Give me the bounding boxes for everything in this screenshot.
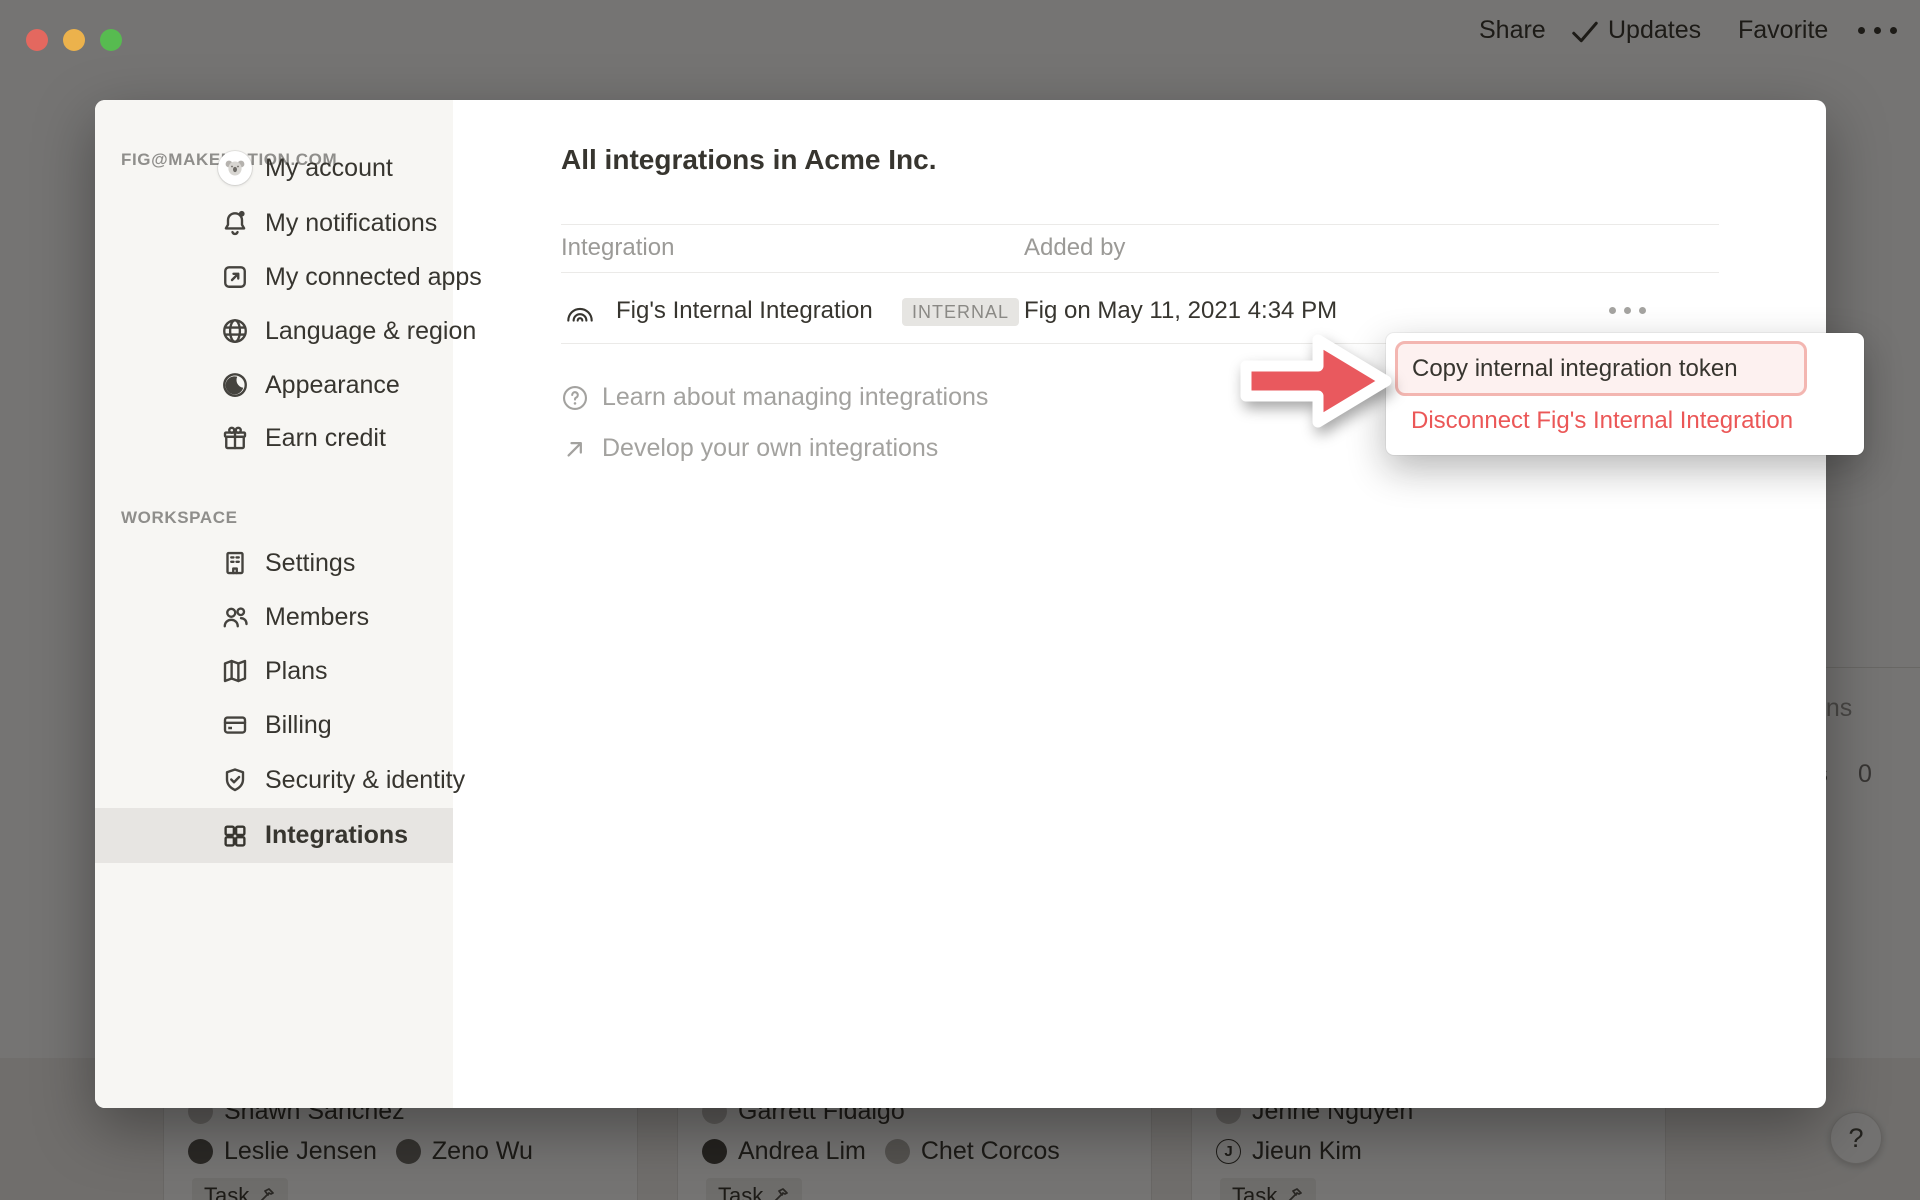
sidebar-item-billing[interactable]: Billing bbox=[95, 700, 453, 750]
sidebar-item-earn-credit[interactable]: Earn credit bbox=[95, 413, 453, 463]
disconnect-menu-item[interactable]: Disconnect Fig's Internal Integration bbox=[1411, 407, 1793, 435]
workspace-label: WORKSPACE bbox=[121, 508, 238, 528]
sidebar-item-integrations[interactable]: Integrations bbox=[95, 808, 453, 863]
sidebar-item-my-account[interactable]: My account bbox=[95, 143, 453, 193]
fig-arcs-icon bbox=[563, 294, 597, 328]
people-icon bbox=[218, 600, 252, 634]
divider bbox=[561, 224, 1719, 225]
column-header-integration: Integration bbox=[561, 234, 674, 262]
shield-check-icon bbox=[218, 763, 252, 797]
internal-badge: INTERNAL bbox=[902, 298, 1019, 326]
sidebar-item-my-connected-apps[interactable]: My connected apps bbox=[95, 252, 453, 302]
settings-sidebar: FIG@MAKENOTION.COM My account bbox=[95, 100, 453, 1108]
avatar-koala-icon bbox=[218, 151, 252, 185]
row-context-menu: Copy internal integration token Disconne… bbox=[1386, 333, 1864, 455]
globe-icon bbox=[218, 314, 252, 348]
sidebar-item-my-notifications[interactable]: My notifications bbox=[95, 198, 453, 248]
settings-dialog: FIG@MAKENOTION.COM My account bbox=[95, 100, 1826, 1108]
help-circle-icon bbox=[561, 384, 589, 412]
gift-icon bbox=[218, 421, 252, 455]
integration-name: Fig's Internal Integration bbox=[616, 297, 873, 325]
sidebar-item-security-identity[interactable]: Security & identity bbox=[95, 755, 453, 805]
develop-link[interactable]: Develop your own integrations bbox=[561, 434, 938, 463]
minimize-button[interactable] bbox=[63, 29, 85, 51]
bell-icon bbox=[218, 206, 252, 240]
row-menu-button[interactable] bbox=[1609, 307, 1646, 314]
table-row: Fig's Internal Integration INTERNAL Fig … bbox=[561, 286, 1719, 336]
building-icon bbox=[218, 546, 252, 580]
column-header-added-by: Added by bbox=[1024, 234, 1125, 262]
arrow-up-right-icon bbox=[561, 435, 589, 463]
added-by-value: Fig on May 11, 2021 4:34 PM bbox=[1024, 297, 1337, 325]
map-icon bbox=[218, 654, 252, 688]
sidebar-item-members[interactable]: Members bbox=[95, 592, 453, 642]
learn-link[interactable]: Learn about managing integrations bbox=[561, 383, 988, 412]
sidebar-item-language-region[interactable]: Language & region bbox=[95, 306, 453, 356]
close-button[interactable] bbox=[26, 29, 48, 51]
annotation-arrow-icon bbox=[1234, 324, 1396, 438]
sidebar-item-appearance[interactable]: Appearance bbox=[95, 360, 453, 410]
credit-card-icon bbox=[218, 708, 252, 742]
window-controls bbox=[26, 29, 122, 51]
page-title: All integrations in Acme Inc. bbox=[561, 144, 936, 176]
sidebar-item-settings[interactable]: Settings bbox=[95, 538, 453, 588]
integrations-panel: All integrations in Acme Inc. Integratio… bbox=[561, 100, 1721, 1108]
sidebar-item-plans[interactable]: Plans bbox=[95, 646, 453, 696]
moon-icon bbox=[218, 368, 252, 402]
divider bbox=[561, 272, 1719, 273]
zoom-button[interactable] bbox=[100, 29, 122, 51]
copy-token-menu-item[interactable]: Copy internal integration token bbox=[1395, 341, 1807, 396]
external-link-box-icon bbox=[218, 260, 252, 294]
grid-icon bbox=[218, 819, 252, 853]
